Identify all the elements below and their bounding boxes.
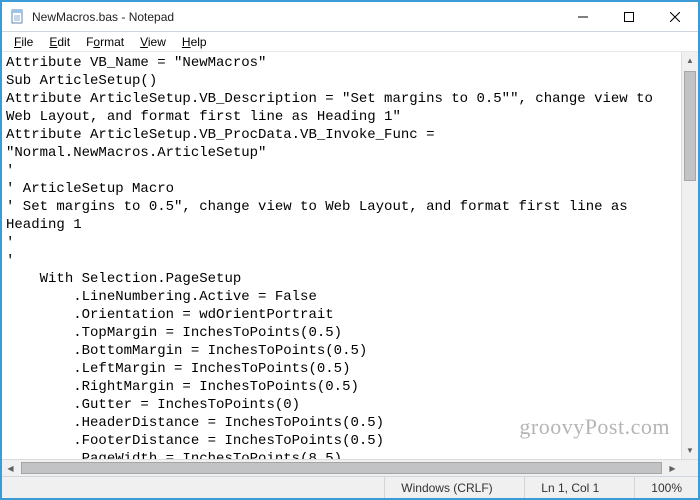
horizontal-scrollbar[interactable]: ◀ ▶ [2,460,681,476]
scroll-left-arrow-icon[interactable]: ◀ [2,460,19,476]
hscroll-thumb[interactable] [21,462,662,474]
scroll-corner [681,460,698,476]
menubar: File Edit Format View Help [2,32,698,52]
minimize-button[interactable] [560,2,606,31]
hscroll-row: ◀ ▶ [2,459,698,476]
statusbar: Windows (CRLF) Ln 1, Col 1 100% [2,476,698,498]
vscroll-track[interactable] [682,69,698,442]
menu-format-rest: rmat [100,35,124,49]
menu-file-rest: ile [21,35,33,49]
menu-view[interactable]: View [132,34,174,50]
scroll-right-arrow-icon[interactable]: ▶ [664,460,681,476]
menu-format[interactable]: Format [78,34,132,50]
text-editor[interactable]: Attribute VB_Name = "NewMacros" Sub Arti… [2,52,681,459]
hscroll-track[interactable] [19,460,664,476]
titlebar[interactable]: NewMacros.bas - Notepad [2,2,698,32]
menu-help-rest: elp [191,35,207,49]
notepad-window: NewMacros.bas - Notepad File Edit Format… [2,2,698,498]
vscroll-thumb[interactable] [684,71,696,181]
status-zoom: 100% [634,477,698,498]
maximize-button[interactable] [606,2,652,31]
window-controls [560,2,698,31]
menu-view-rest: iew [148,35,166,49]
menu-edit-rest: dit [57,35,70,49]
scroll-down-arrow-icon[interactable]: ▼ [682,442,698,459]
status-line-ending: Windows (CRLF) [384,477,524,498]
vertical-scrollbar[interactable]: ▲ ▼ [681,52,698,459]
content-area: Attribute VB_Name = "NewMacros" Sub Arti… [2,52,698,459]
window-title: NewMacros.bas - Notepad [32,10,560,24]
menu-help[interactable]: Help [174,34,215,50]
menu-file[interactable]: File [6,34,41,50]
status-line-col: Ln 1, Col 1 [524,477,634,498]
menu-edit[interactable]: Edit [41,34,78,50]
scroll-up-arrow-icon[interactable]: ▲ [682,52,698,69]
close-button[interactable] [652,2,698,31]
notepad-app-icon [10,9,26,25]
